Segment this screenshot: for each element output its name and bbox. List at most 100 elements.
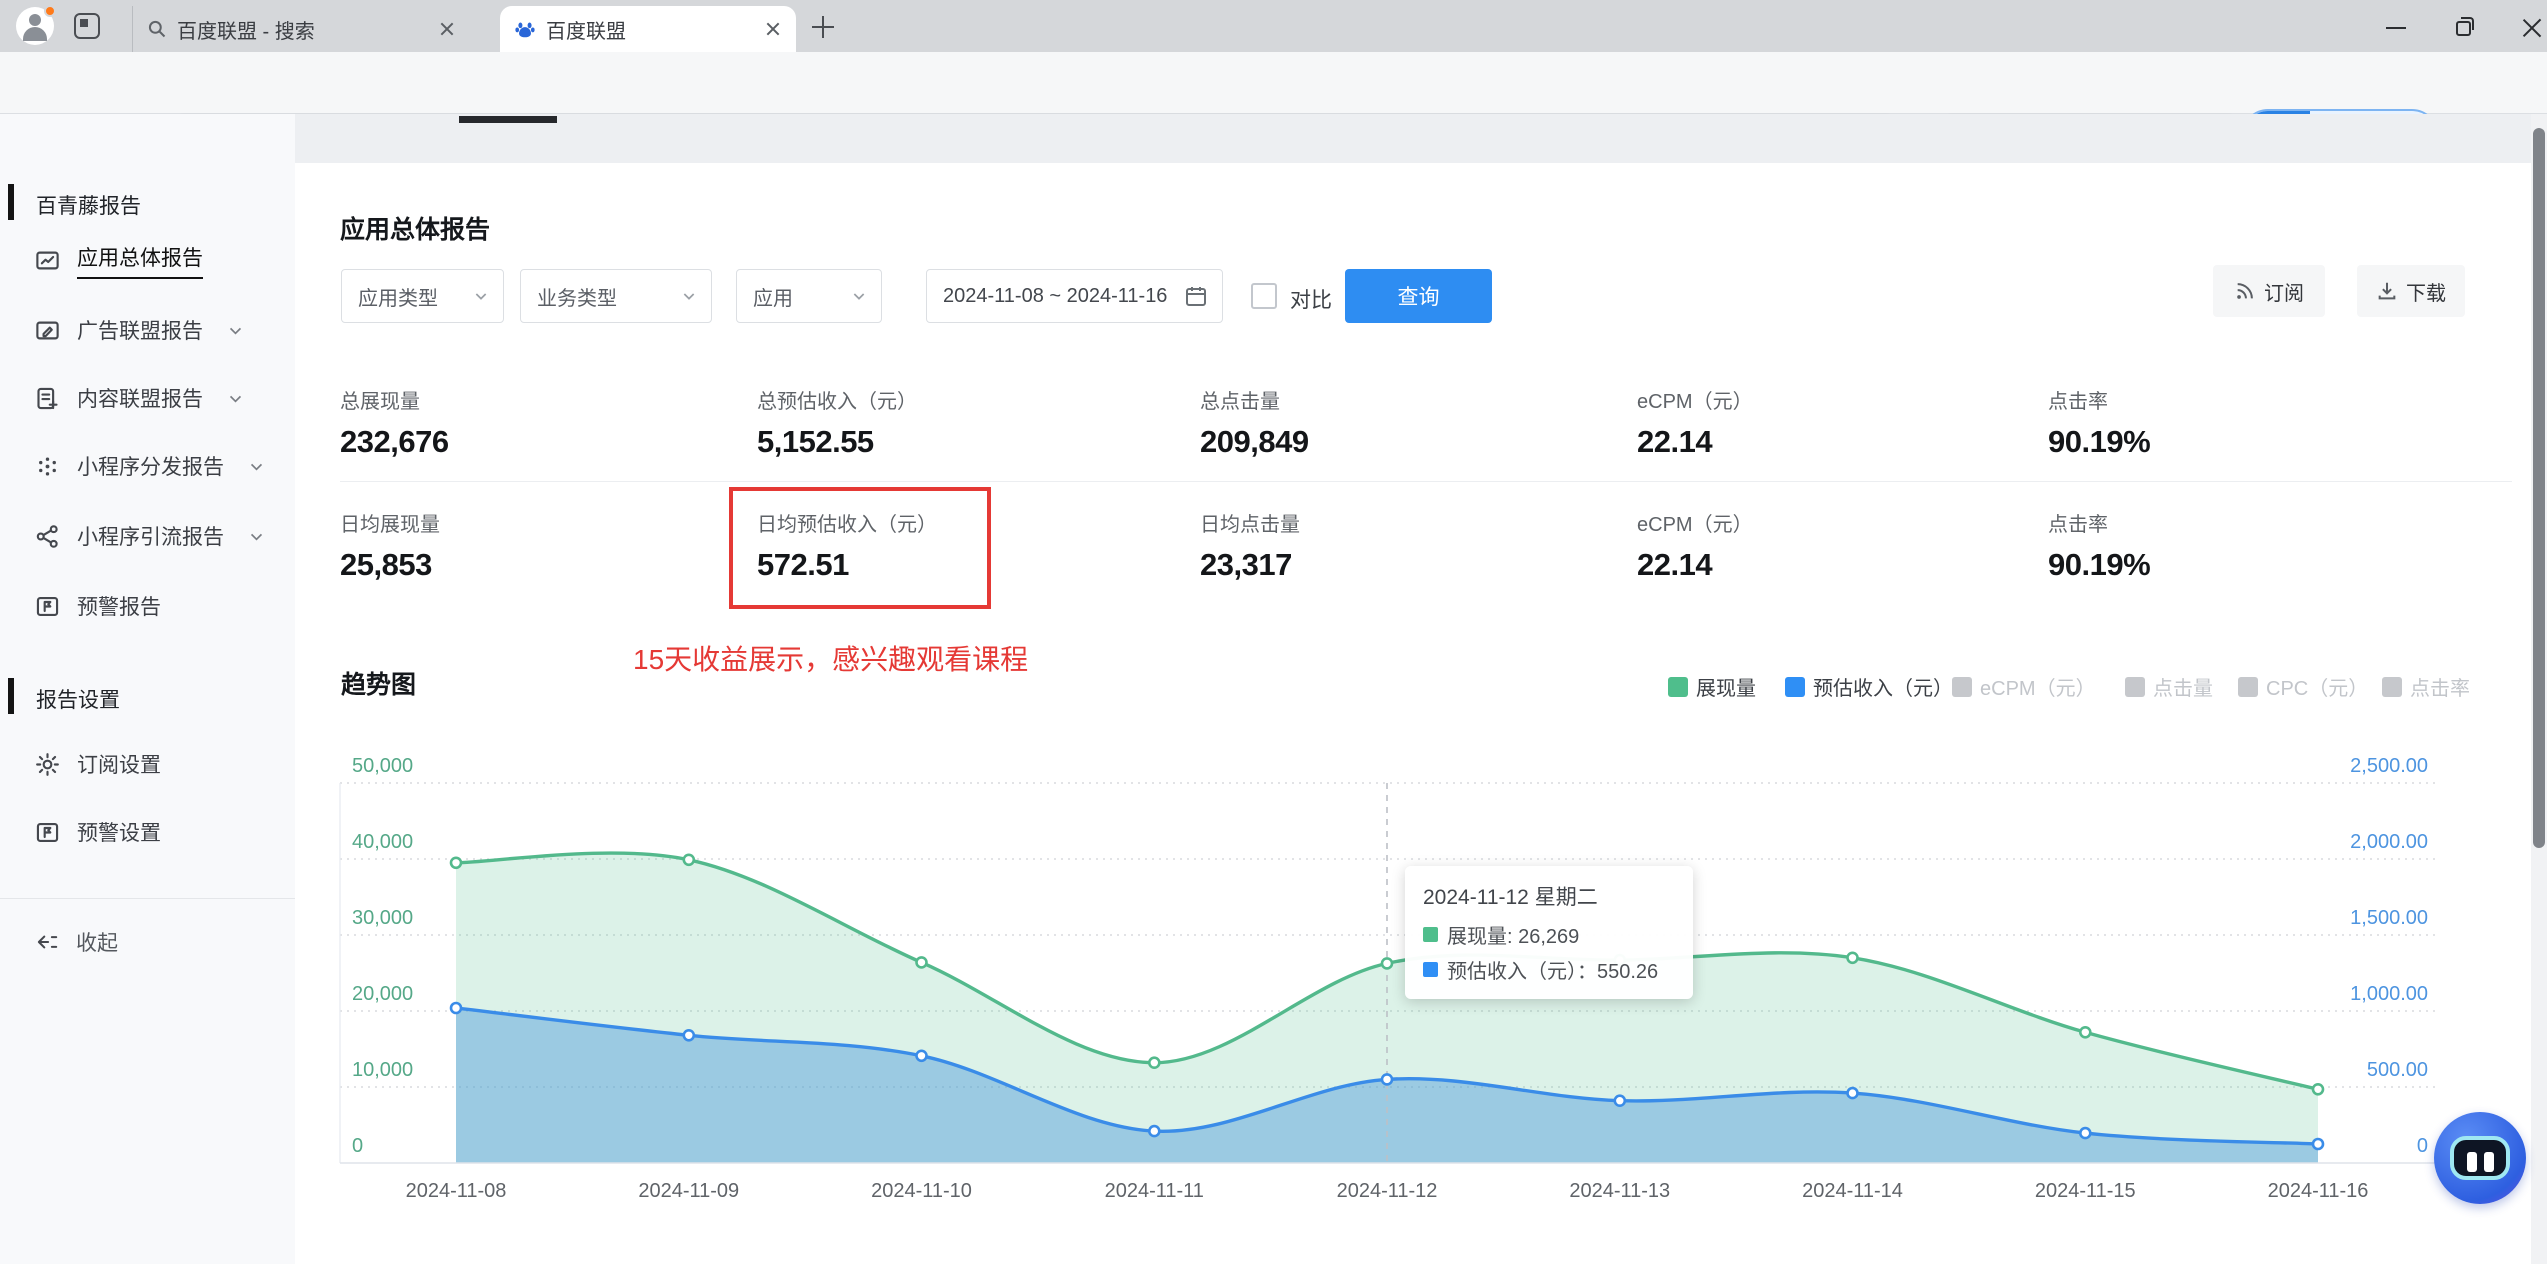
data-point[interactable] [2079,1126,2092,1140]
compare-checkbox[interactable] [1251,283,1277,309]
sidebar-item-gear[interactable]: 订阅设置 [0,736,295,792]
data-point[interactable] [449,856,463,870]
sidebar-item-label: 小程序引流报告 [77,526,224,549]
data-point[interactable] [682,1029,696,1042]
tooltip-row-1: 展现量: 26,269 [1423,920,1675,949]
app-dropdown[interactable]: 应用 [736,269,882,323]
tab-close-icon[interactable] [764,20,782,38]
chevron-down-icon [229,395,242,403]
sidebar-item-alert-flag[interactable]: 预警报告 [0,578,295,634]
report-ad-icon [36,321,59,339]
sidebar-item-label: 预警设置 [77,822,161,845]
stat-label-r1c2: 总预估收入（元） [757,391,917,413]
tooltip-row-text: 展现量: 26,269 [1447,926,1580,948]
tab-groups-icon[interactable] [74,13,100,39]
window-minimize-button[interactable] [2382,16,2412,38]
browser-tab-search[interactable]: 百度联盟 - 搜索 [132,6,470,52]
legend-label: 点击量 [2153,678,2213,700]
chevron-down-icon [250,533,263,541]
data-point[interactable] [915,1049,928,1063]
sidebar-item-miniapp-share[interactable]: 小程序引流报告 [0,508,295,564]
date-range-value: 2024-11-08 ~ 2024-11-16 [943,284,1168,307]
x-axis-label: 2024-11-15 [2034,1180,2136,1202]
legend-swatch [1785,676,1805,697]
sidebar-item-report-overview[interactable]: 应用总体报告 [0,232,295,288]
collapse-icon [37,935,58,949]
right-axis-tick: 2,500.00 [2350,755,2428,777]
chevron-down-icon [683,293,695,300]
stat-value-r2c4: 22.14 [1637,547,1713,582]
notification-dot [44,5,56,17]
data-point[interactable] [1148,1056,1161,1069]
data-point[interactable] [1613,1094,1627,1107]
sidebar-item-label: 内容联盟报告 [77,388,203,411]
download-label: 下载 [2406,282,2446,305]
chart-tooltip: 2024-11-12 星期二 展现量: 26,269 预估收入（元）：550.26 [1405,866,1693,999]
data-point[interactable] [2079,1026,2092,1039]
data-point[interactable] [915,956,928,969]
download-button[interactable]: 下载 [2357,265,2465,317]
legend-item-3[interactable]: eCPM（元） [1952,672,2096,701]
section-title-1: 报告设置 [36,689,120,712]
section-marker [8,678,14,714]
sidebar-item-label: 预警报告 [77,596,161,619]
data-point[interactable] [1380,957,1394,970]
stat-label-r1c1: 总展现量 [340,391,420,413]
data-point[interactable] [1380,1073,1394,1086]
legend-label: 展现量 [1696,678,1756,700]
chevron-down-icon [250,463,263,471]
legend-item-6[interactable]: 点击率 [2382,672,2470,701]
window-restore-button[interactable] [2452,16,2482,38]
sidebar-collapse-button[interactable]: 收起 [0,914,295,970]
data-point[interactable] [1846,1086,1859,1100]
scrollbar-thumb[interactable] [2533,128,2545,848]
sidebar-item-report-ad[interactable]: 广告联盟报告 [0,302,295,358]
trend-chart-title: 趋势图 [341,671,417,699]
app-type-dropdown[interactable]: 应用类型 [341,269,504,323]
chevron-down-icon [475,293,487,300]
subscribe-button[interactable]: 订阅 [2213,265,2325,317]
trend-chart[interactable] [330,770,2450,1170]
business-type-dropdown[interactable]: 业务类型 [520,269,712,323]
left-axis-tick: 40,000 [352,831,414,853]
tooltip-swatch [1423,927,1438,942]
x-axis-label: 2024-11-08 [405,1180,507,1202]
browser-tab-union[interactable]: 百度联盟 [500,6,796,52]
highlight-red-box [729,487,991,609]
progress-bar [459,116,557,123]
date-range-picker[interactable]: 2024-11-08 ~ 2024-11-16 [926,269,1223,323]
sidebar-item-report-content[interactable]: 内容联盟报告 [0,370,295,426]
left-axis-tick: 50,000 [352,755,414,777]
legend-item-1[interactable]: 展现量 [1668,672,1756,701]
alert-flag-icon [36,596,59,616]
query-button[interactable]: 查询 [1345,269,1492,323]
data-point[interactable] [1846,951,1859,965]
baidu-paw-icon [515,22,535,38]
data-point[interactable] [682,853,696,867]
profile-avatar[interactable] [16,5,56,45]
sidebar-item-miniapp-dist[interactable]: 小程序分发报告 [0,438,295,494]
data-point[interactable] [2311,1083,2325,1096]
legend-item-5[interactable]: CPC（元） [2238,672,2368,701]
new-tab-button[interactable] [812,16,834,38]
section-title-0: 百青藤报告 [36,195,141,218]
legend-item-2[interactable]: 预估收入（元） [1785,672,1953,701]
stat-label-r2c4: eCPM（元） [1637,514,1753,536]
legend-item-4[interactable]: 点击量 [2125,672,2213,701]
report-overview-icon [36,251,59,269]
x-axis-label: 2024-11-16 [2267,1180,2369,1202]
sidebar-item-alert-flag[interactable]: 预警设置 [0,804,295,860]
window-close-button[interactable] [2518,16,2547,38]
data-point[interactable] [449,1001,463,1015]
sidebar-item-label: 小程序分发报告 [77,456,224,479]
rss-icon [2237,283,2253,299]
stat-value-r1c4: 22.14 [1637,424,1713,459]
data-point[interactable] [1148,1124,1161,1138]
x-axis-label: 2024-11-10 [871,1180,972,1202]
tab-close-icon[interactable] [438,20,456,38]
tooltip-swatch [1423,962,1438,977]
chevron-down-icon [229,327,242,335]
x-axis-label: 2024-11-12 [1336,1180,1438,1202]
ai-assistant-button[interactable] [2434,1112,2526,1204]
robot-face-icon [2450,1136,2510,1180]
